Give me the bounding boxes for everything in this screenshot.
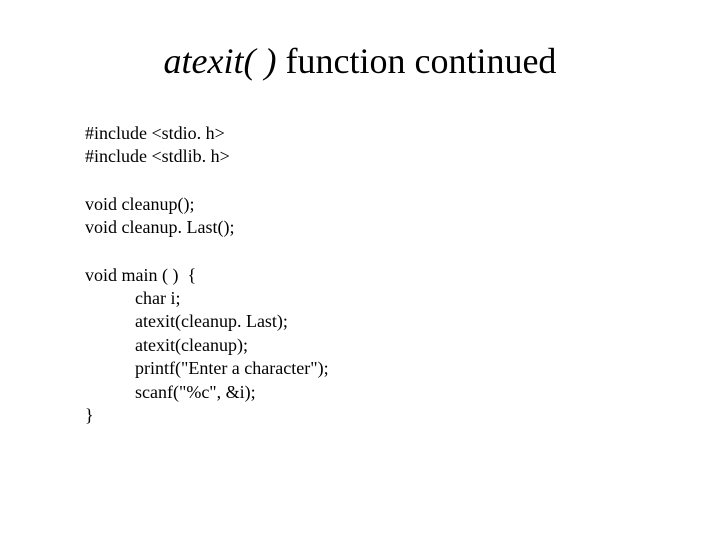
title-function-name: atexit( ) — [164, 41, 277, 81]
code-block: #include <stdio. h> #include <stdlib. h>… — [85, 122, 635, 427]
code-line: #include <stdio. h> — [85, 122, 635, 145]
code-line: void cleanup. Last(); — [85, 216, 635, 239]
code-line: void main ( ) { — [85, 264, 635, 287]
slide-title: atexit( ) function continued — [85, 40, 635, 82]
blank-line — [85, 169, 635, 193]
code-line: scanf("%c", &i); — [85, 381, 635, 404]
code-line: char i; — [85, 287, 635, 310]
code-line: atexit(cleanup. Last); — [85, 310, 635, 333]
title-rest: function continued — [277, 41, 557, 81]
code-line: void cleanup(); — [85, 193, 635, 216]
code-line: atexit(cleanup); — [85, 334, 635, 357]
blank-line — [85, 240, 635, 264]
code-line: printf("Enter a character"); — [85, 357, 635, 380]
code-line: } — [85, 404, 635, 427]
slide-content: atexit( ) function continued #include <s… — [0, 0, 720, 427]
code-line: #include <stdlib. h> — [85, 145, 635, 168]
